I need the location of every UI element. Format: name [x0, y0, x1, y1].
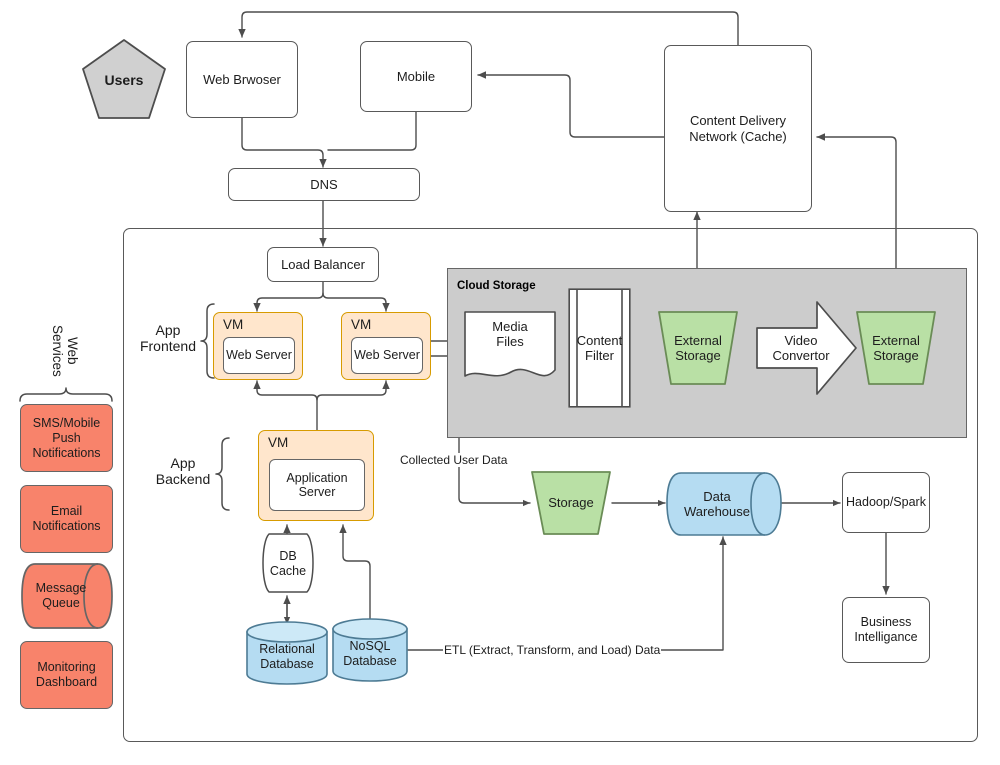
monitoring-dashboard-node[interactable]: Monitoring Dashboard: [20, 641, 113, 709]
sms-mobile-push-notifications-label-line3: Notifications: [32, 445, 101, 460]
application-server-label-line1: Application: [286, 470, 348, 485]
web-browser-label: Web Brwoser: [203, 71, 281, 87]
edge-cdn-to-web-browser: [238, 11, 739, 46]
cdn-label-line1: Content Delivery: [689, 113, 787, 129]
load-balancer-node[interactable]: Load Balancer: [267, 247, 379, 282]
load-balancer-label: Load Balancer: [281, 256, 365, 272]
edge-mobile-to-dns: [327, 111, 417, 151]
sms-mobile-push-notifications-label-line1: SMS/Mobile: [32, 415, 101, 430]
vm-frontend-1-label: VM: [223, 317, 244, 332]
app-frontend-brace-label: App Frontend: [132, 322, 204, 354]
external-storage-1-node[interactable]: [655, 310, 741, 386]
web-server-2-label: Web Server: [354, 348, 420, 363]
sms-mobile-push-notifications-node[interactable]: SMS/Mobile Push Notifications: [20, 404, 113, 472]
nosql-database-node[interactable]: [331, 617, 409, 683]
media-files-node[interactable]: [463, 310, 557, 386]
business-intelligence-node[interactable]: Business Intelligance: [842, 597, 930, 663]
analytics-storage-node[interactable]: [528, 470, 614, 536]
web-services-group-label-line2: Services: [50, 325, 66, 377]
app-frontend-label-line1: App: [155, 322, 181, 338]
vm-backend-label: VM: [268, 435, 289, 450]
dns-label: DNS: [310, 176, 338, 192]
content-filter-node[interactable]: [568, 288, 631, 408]
web-services-group-label-line1: Web: [65, 337, 81, 365]
email-notifications-label-line1: Email: [50, 504, 83, 518]
web-server-1-label: Web Server: [226, 348, 292, 363]
business-intelligence-label-line1: Business: [860, 615, 912, 630]
email-notifications-node[interactable]: Email Notifications: [20, 485, 113, 553]
architecture-diagram-canvas: Users Web Brwoser Mobile DNS Content Del…: [0, 0, 1000, 765]
mobile-label: Mobile: [396, 68, 436, 84]
business-intelligence-label-line2: Intelligance: [854, 630, 918, 644]
app-frontend-label-line2: Frontend: [139, 338, 197, 355]
vm-frontend-1[interactable]: VM Web Server: [213, 312, 303, 380]
relational-database-node[interactable]: [245, 620, 329, 686]
app-backend-label-line2: Backend: [155, 471, 211, 488]
monitoring-dashboard-label-line1: Monitoring: [37, 660, 96, 674]
application-server[interactable]: Application Server: [269, 459, 365, 511]
edge-cdn-to-mobile: [477, 71, 665, 138]
app-backend-brace-label: App Backend: [147, 455, 219, 487]
data-warehouse-node[interactable]: [665, 471, 783, 537]
sms-mobile-push-notifications-label-line2: Push: [52, 430, 81, 445]
edge-web-browser-to-dns: [241, 117, 327, 168]
video-convertor-node[interactable]: [755, 296, 859, 400]
email-notifications-label-line2: Notifications: [32, 519, 101, 533]
vm-backend[interactable]: VM Application Server: [258, 430, 374, 521]
mobile-node[interactable]: Mobile: [360, 41, 472, 112]
dns-node[interactable]: DNS: [228, 168, 420, 201]
db-cache-node[interactable]: [259, 532, 317, 595]
monitoring-dashboard-label-line2: Dashboard: [35, 675, 98, 689]
web-browser-node[interactable]: Web Brwoser: [186, 41, 298, 118]
cdn-node[interactable]: Content Delivery Network (Cache): [664, 45, 812, 212]
users-actor: [78, 36, 170, 124]
web-server-1[interactable]: Web Server: [223, 337, 295, 374]
hadoop-spark-node[interactable]: Hadoop/Spark: [842, 472, 930, 533]
collected-user-data-edge-label: Collected User Data: [399, 453, 509, 467]
cloud-storage-group-title: Cloud Storage: [457, 280, 536, 292]
app-backend-label-line1: App: [170, 455, 196, 471]
etl-data-edge-label: ETL (Extract, Transform, and Load) Data: [443, 643, 662, 657]
message-queue-node[interactable]: [20, 562, 114, 630]
vm-frontend-2[interactable]: VM Web Server: [341, 312, 431, 380]
cdn-label-line2: Network (Cache): [689, 128, 787, 144]
web-services-group-label: Web Services: [50, 312, 80, 390]
vm-frontend-2-label: VM: [351, 317, 372, 332]
external-storage-2-node[interactable]: [853, 310, 939, 386]
application-server-label-line2: Server: [298, 485, 336, 499]
web-server-2[interactable]: Web Server: [351, 337, 423, 374]
hadoop-spark-label: Hadoop/Spark: [846, 495, 926, 510]
